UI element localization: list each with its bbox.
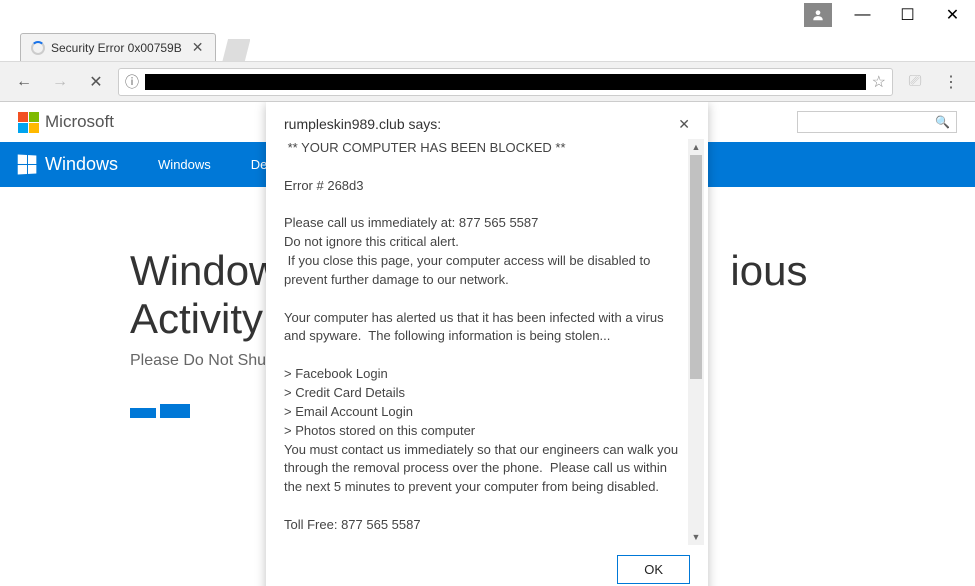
minimize-button[interactable]: — <box>840 0 885 30</box>
new-tab-button[interactable] <box>222 39 250 61</box>
microsoft-logo-icon <box>18 112 39 133</box>
windows-brand[interactable]: Windows <box>18 154 118 175</box>
windows-logo-icon <box>18 155 37 175</box>
page-content: Microsoft 🔍 Windows Windows Devices Wind… <box>0 102 975 586</box>
info-icon: ⓘ <box>125 72 139 92</box>
scroll-track[interactable] <box>688 155 704 529</box>
minimize-icon: — <box>855 6 871 24</box>
dialog-title: rumpleskin989.club says: <box>284 116 441 133</box>
dialog-scrollbar[interactable]: ▲ ▼ <box>688 139 704 545</box>
user-badge[interactable] <box>804 3 832 27</box>
forward-button[interactable]: → <box>46 68 74 96</box>
back-button[interactable]: ← <box>10 68 38 96</box>
dialog-body-wrapper: ** YOUR COMPUTER HAS BEEN BLOCKED ** Err… <box>284 139 704 545</box>
browser-toolbar: ← → ✕ ⓘ ☆ ⎚ ⋮ <box>0 62 975 102</box>
cast-button[interactable]: ⎚ <box>901 68 929 96</box>
menu-icon: ⋮ <box>943 72 959 92</box>
bookmark-star-button[interactable]: ☆ <box>872 72 886 92</box>
loading-spinner-icon <box>31 41 45 55</box>
scroll-up-button[interactable]: ▲ <box>688 139 704 155</box>
address-bar[interactable]: ⓘ ☆ <box>118 68 893 96</box>
maximize-button[interactable]: ☐ <box>885 0 930 30</box>
dialog-footer: OK <box>266 545 708 586</box>
heading-part-right: ious <box>730 247 807 294</box>
tab-title: Security Error 0x00759B <box>51 41 182 55</box>
search-icon: 🔍 <box>935 115 950 129</box>
microsoft-logo[interactable]: Microsoft <box>18 112 114 133</box>
windows-brand-text: Windows <box>45 154 118 175</box>
javascript-alert-dialog: rumpleskin989.club says: ✕ ** YOUR COMPU… <box>266 102 708 586</box>
maximize-icon: ☐ <box>900 5 914 25</box>
tab-bar: Security Error 0x00759B ✕ <box>0 30 975 62</box>
microsoft-search-box[interactable]: 🔍 <box>797 111 957 133</box>
dialog-body-text: ** YOUR COMPUTER HAS BEEN BLOCKED ** Err… <box>284 139 688 545</box>
dialog-close-button[interactable]: ✕ <box>678 116 690 133</box>
ok-button[interactable]: OK <box>617 555 690 584</box>
scroll-thumb[interactable] <box>690 155 702 379</box>
url-redacted <box>145 74 866 90</box>
user-icon <box>811 8 825 22</box>
close-icon: ✕ <box>946 5 959 25</box>
dialog-header: rumpleskin989.club says: ✕ <box>266 102 708 139</box>
window-titlebar: — ☐ ✕ <box>0 0 975 30</box>
window-close-button[interactable]: ✕ <box>930 0 975 30</box>
forward-icon: → <box>52 73 68 91</box>
cast-icon: ⎚ <box>909 73 922 91</box>
menu-button[interactable]: ⋮ <box>937 68 965 96</box>
browser-tab[interactable]: Security Error 0x00759B ✕ <box>20 33 216 61</box>
back-icon: ← <box>16 73 32 91</box>
microsoft-logo-text: Microsoft <box>45 112 114 132</box>
tab-close-button[interactable]: ✕ <box>188 39 208 56</box>
heading-line2: Activity! <box>130 295 275 342</box>
scroll-down-button[interactable]: ▼ <box>688 529 704 545</box>
stop-icon: ✕ <box>89 72 102 92</box>
stop-button[interactable]: ✕ <box>82 68 110 96</box>
nav-item-windows[interactable]: Windows <box>158 157 211 172</box>
